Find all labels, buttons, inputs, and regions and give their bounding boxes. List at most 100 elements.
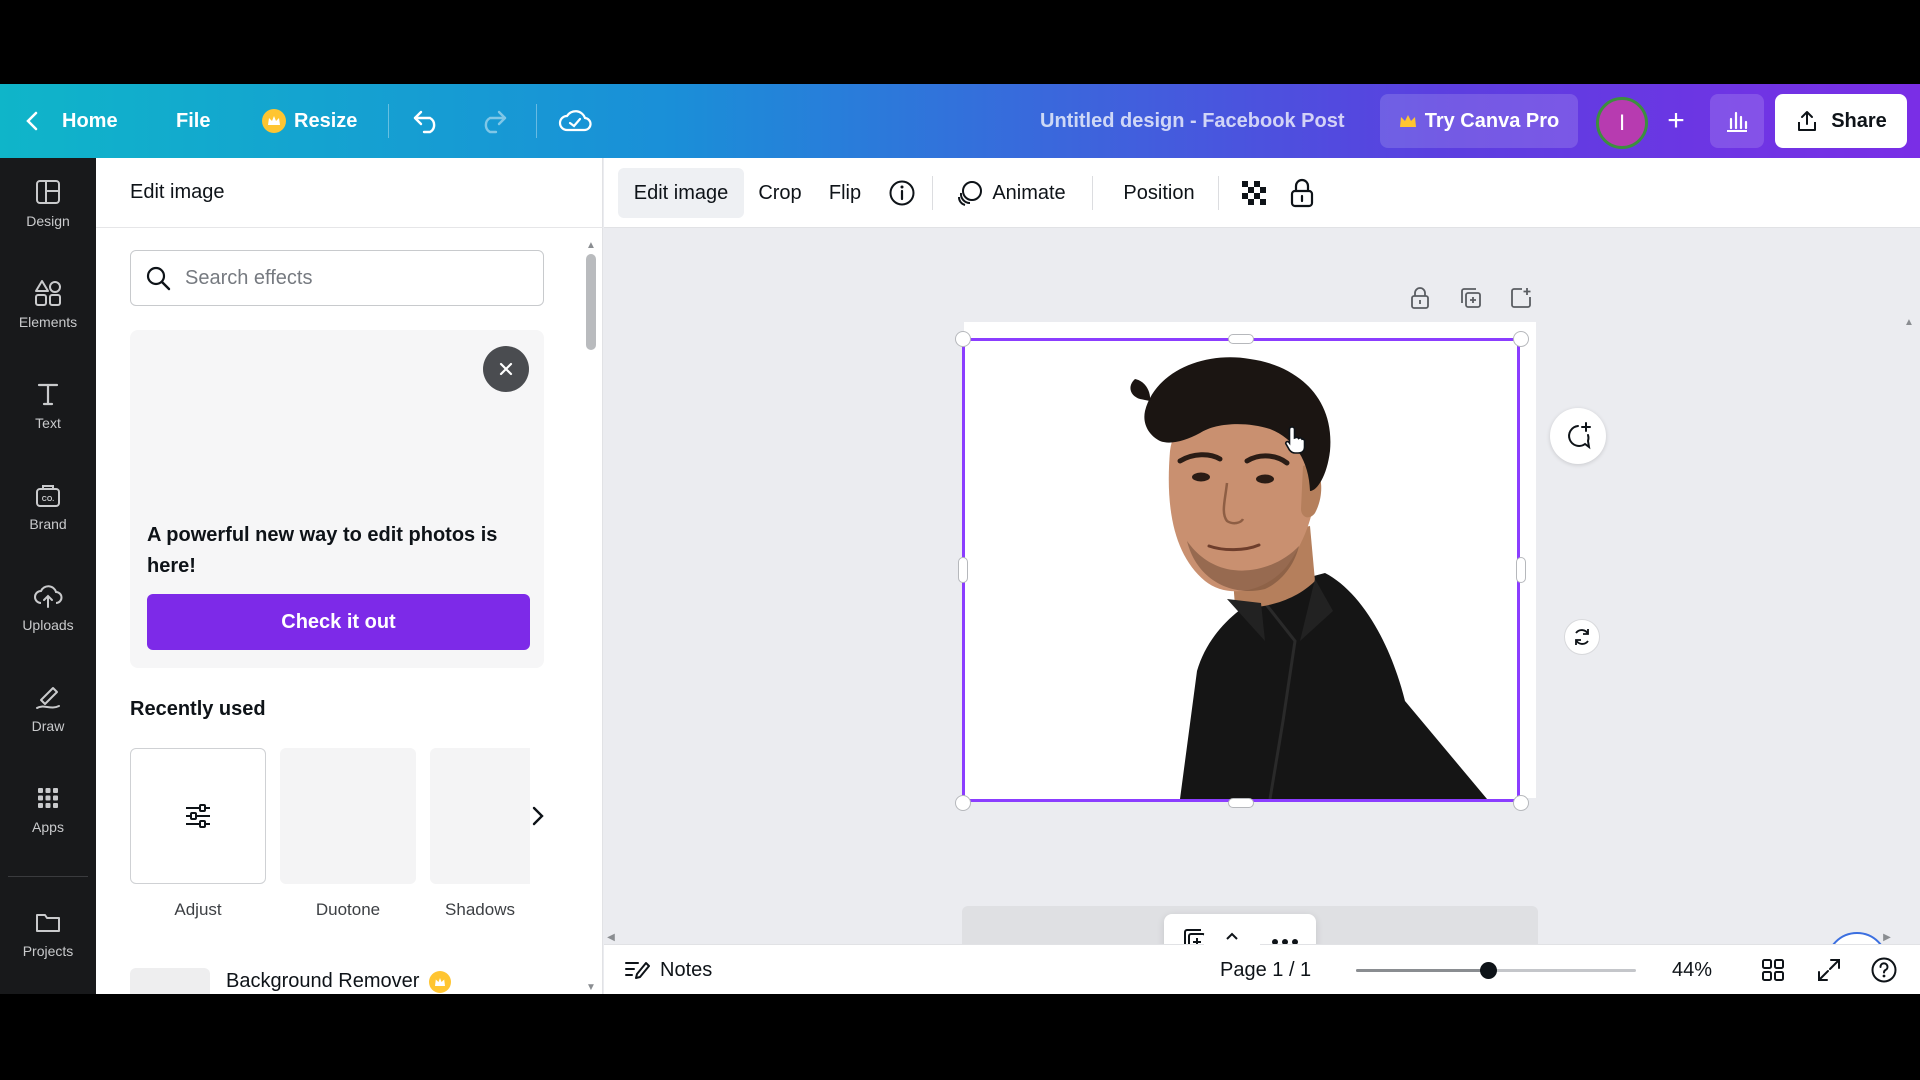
recent-item-adjust[interactable] [130,748,266,884]
add-page-icon[interactable] [1504,281,1538,315]
rail-item-projects[interactable]: Projects [0,888,96,978]
resize-handle-bottom[interactable] [1228,798,1254,808]
portrait-photo [965,341,1517,799]
crown-icon [429,970,452,993]
resize-handle-top-right[interactable] [1513,331,1529,347]
crown-icon [262,109,286,133]
cloud-upload-icon [34,585,63,608]
rail-item-design[interactable]: Design [0,158,96,248]
scroll-down-arrow-icon[interactable]: ▼ [584,980,598,994]
close-icon[interactable] [483,346,529,392]
folder-icon [36,914,60,932]
duplicate-page-icon[interactable] [1454,281,1488,315]
flip-button[interactable]: Flip [816,168,874,218]
fullscreen-icon[interactable] [1816,945,1842,994]
info-icon[interactable] [878,168,926,218]
resize-handle-top-left[interactable] [955,331,971,347]
try-canva-pro-button[interactable]: Try Canva Pro [1380,94,1578,148]
page-lock-icon[interactable] [1403,281,1437,315]
crop-button[interactable]: Crop [748,168,812,218]
resize-handle-bottom-left[interactable] [955,795,971,811]
page-indicator[interactable]: Page 1 / 1 [1220,945,1311,994]
check-it-out-button[interactable]: Check it out [147,594,530,650]
transparency-icon[interactable] [1230,168,1278,218]
position-button[interactable]: Position [1104,168,1214,218]
rail-item-elements[interactable]: Elements [0,259,96,349]
undo-icon[interactable] [412,84,442,158]
recent-item-label: Shadows [445,900,515,919]
resize-handle-left[interactable] [958,557,968,583]
resize-button[interactable]: Resize [262,84,357,158]
recent-item-shadows[interactable] [430,748,530,884]
recent-item-duotone[interactable] [280,748,416,884]
rail-item-label: Apps [32,819,64,835]
resize-handle-bottom-right[interactable] [1513,795,1529,811]
search-effects-input[interactable] [185,266,525,290]
back-chevron-icon[interactable] [24,84,40,158]
rail-item-label: Draw [31,718,65,734]
recently-used-heading: Recently used [130,698,266,720]
zoom-slider-knob[interactable] [1479,962,1497,979]
panel-scrollbar-thumb[interactable] [586,254,596,350]
background-remover-thumbnail[interactable] [130,968,210,994]
rail-item-label: Text [35,415,61,431]
canvas-scroll-up-icon[interactable]: ▲ [1902,315,1916,329]
avatar[interactable]: I [1596,97,1648,149]
context-toolbar: Edit image Crop Flip Animate Position [604,158,1920,228]
rail-item-draw[interactable]: Draw [0,663,96,753]
top-bar: Home File Resize Untitled design - Faceb… [0,84,1920,158]
scroll-right-arrow-icon[interactable]: ▶ [1880,930,1894,944]
scroll-left-arrow-icon[interactable]: ◀ [604,930,618,944]
search-icon [146,266,171,291]
rotate-icon[interactable] [1564,619,1600,655]
panel-title: Edit image [96,158,603,228]
selected-image[interactable] [962,338,1520,802]
scroll-up-arrow-icon[interactable]: ▲ [584,238,598,252]
rail-item-label: Projects [22,943,74,959]
edit-image-panel: Edit image A powerful new way to edit ph… [96,158,603,994]
add-comment-icon[interactable] [1550,408,1606,464]
grid-view-icon[interactable] [1760,945,1786,994]
canvas-area: ▲ ▼ [604,229,1920,994]
lock-icon[interactable] [1278,168,1326,218]
grid-icon [38,788,58,808]
home-button[interactable]: Home [62,84,118,158]
notes-label: Notes [660,958,713,981]
edit-image-button[interactable]: Edit image [618,168,744,218]
animate-button[interactable]: Animate [944,168,1078,218]
share-upload-icon [1798,111,1817,131]
share-button[interactable]: Share [1775,94,1907,148]
chevron-up-icon[interactable] [1204,927,1260,945]
svg-text:CO.: CO. [42,496,55,503]
plus-icon[interactable]: + [1652,97,1700,145]
file-menu-button[interactable]: File [176,84,210,158]
notes-button[interactable]: Notes [624,945,712,994]
zoom-level[interactable]: 44% [1672,945,1712,994]
try-canva-pro-label: Try Canva Pro [1424,109,1560,132]
bottom-bar: Notes Page 1 / 1 44% [604,927,1920,994]
rail-item-text[interactable]: Text [0,360,96,450]
zoom-slider[interactable] [1356,962,1636,979]
rail-item-apps[interactable]: Apps [0,764,96,854]
text-icon [37,383,59,406]
resize-label: Resize [294,109,358,132]
analytics-chart-icon[interactable] [1710,94,1764,148]
resize-handle-top[interactable] [1228,334,1254,344]
rail-item-label: Design [26,213,70,229]
rail-item-label: Elements [18,314,78,330]
resize-handle-right[interactable] [1516,557,1526,583]
design-title[interactable]: Untitled design - Facebook Post [1040,84,1344,158]
background-remover-item[interactable]: Background Remover [226,970,452,993]
redo-icon[interactable] [478,84,508,158]
rail-item-brand[interactable]: CO. Brand [0,461,96,551]
help-icon[interactable] [1870,945,1898,994]
canva-editor: Home File Resize Untitled design - Faceb… [0,84,1920,994]
brand-icon: CO. [36,485,60,507]
chevron-right-icon[interactable] [520,798,556,834]
notes-icon [625,962,650,979]
rail-item-label: Uploads [22,617,74,633]
zoom-slider-fill [1356,969,1488,972]
rail-item-uploads[interactable]: Uploads [0,562,96,652]
cloud-save-icon[interactable] [558,84,592,158]
search-effects-box[interactable] [130,250,544,306]
